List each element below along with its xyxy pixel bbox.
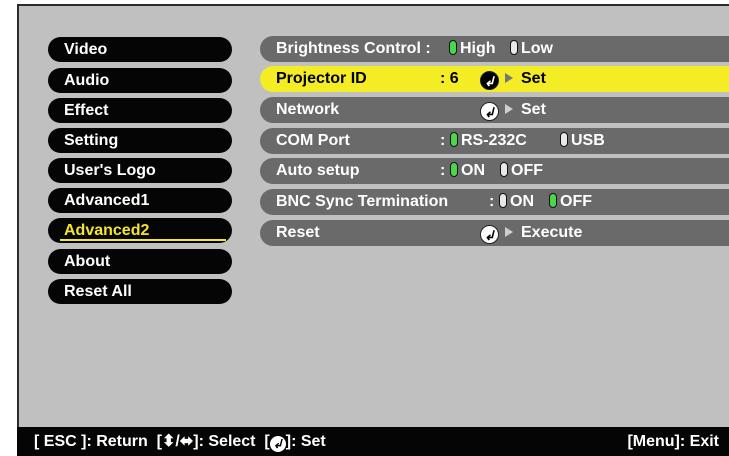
arrow-right-icon <box>505 227 513 237</box>
sidebar-item-users-logo[interactable]: User's Logo <box>48 158 232 183</box>
brightness-control-row[interactable]: Brightness Control : High Low <box>260 36 729 62</box>
reset-execute[interactable]: ↲ Execute <box>480 220 582 246</box>
radio-on-icon <box>549 193 557 208</box>
projector-id-value: : 6 <box>440 70 459 87</box>
bnc-option-on[interactable]: ON <box>495 189 534 215</box>
auto-setup-option-on[interactable]: ON <box>446 158 485 184</box>
network-label: Network <box>276 101 340 118</box>
com-port-option-usb[interactable]: USB <box>556 128 605 154</box>
com-port-options: : <box>440 132 446 149</box>
sidebar-item-about[interactable]: About <box>48 249 232 274</box>
auto-setup-row[interactable]: Auto setup : ON OFF <box>260 158 729 184</box>
sidebar-item-setting[interactable]: Setting <box>48 128 232 153</box>
arrow-right-icon <box>505 104 513 114</box>
reset-row[interactable]: Reset ↲ Execute <box>260 220 729 246</box>
sidebar-item-effect[interactable]: Effect <box>48 98 232 123</box>
bnc-sync-termination-label: BNC Sync Termination <box>276 193 449 210</box>
brightness-option-low[interactable]: Low <box>506 36 553 62</box>
network-set[interactable]: ↲ Set <box>480 97 546 123</box>
auto-setup-sep: : <box>440 162 446 179</box>
bnc-option-off[interactable]: OFF <box>545 189 592 215</box>
sidebar-item-advanced2[interactable]: Advanced2 <box>48 218 232 243</box>
com-port-option-rs232c[interactable]: RS-232C <box>446 128 527 154</box>
bnc-sync-termination-row[interactable]: BNC Sync Termination : ON OFF <box>260 189 729 215</box>
projector-id-row[interactable]: Projector ID : 6 ↲ Set <box>260 66 729 92</box>
footer-help-bar: [ ESC ]: Return [⬍/⬌]: Select [↲]: Set [… <box>17 427 729 456</box>
sidebar-item-reset-all[interactable]: Reset All <box>48 279 232 304</box>
sidebar-item-audio[interactable]: Audio <box>48 68 232 93</box>
esc-hint: [ ESC ]: Return <box>34 433 148 450</box>
enter-icon: ↲ <box>480 71 499 90</box>
radio-off-icon <box>499 193 507 208</box>
radio-off-icon <box>500 162 508 177</box>
bnc-sep: : <box>489 193 495 210</box>
radio-on-icon <box>450 162 458 177</box>
enter-icon: ↲ <box>269 436 286 452</box>
auto-setup-label: Auto setup <box>276 162 360 179</box>
projector-id-label: Projector ID <box>276 70 367 87</box>
brightness-option-high[interactable]: High <box>445 36 496 62</box>
auto-setup-option-off[interactable]: OFF <box>496 158 543 184</box>
projector-id-set[interactable]: ↲ Set <box>480 66 546 92</box>
radio-off-icon <box>560 132 568 147</box>
enter-icon: ↲ <box>480 225 499 244</box>
leftright-arrows-icon: ⬌ <box>179 433 194 450</box>
sidebar-item-video[interactable]: Video <box>48 37 232 62</box>
radio-on-icon <box>449 40 457 55</box>
radio-off-icon <box>510 40 518 55</box>
sidebar-item-advanced1[interactable]: Advanced1 <box>48 188 232 213</box>
reset-label: Reset <box>276 224 320 241</box>
com-port-label: COM Port <box>276 132 350 149</box>
enter-icon: ↲ <box>480 102 499 121</box>
brightness-control-label: Brightness Control : <box>276 40 431 57</box>
updown-arrows-icon: ⬍ <box>162 433 176 450</box>
footer-hints: [ ESC ]: Return [⬍/⬌]: Select [↲]: Set <box>34 433 326 452</box>
menu-exit-hint: [Menu]: Exit <box>627 433 719 450</box>
com-port-row[interactable]: COM Port : RS-232C USB <box>260 128 729 154</box>
arrow-right-icon <box>505 73 513 83</box>
radio-on-icon <box>450 132 458 147</box>
network-row[interactable]: Network ↲ Set <box>260 97 729 123</box>
